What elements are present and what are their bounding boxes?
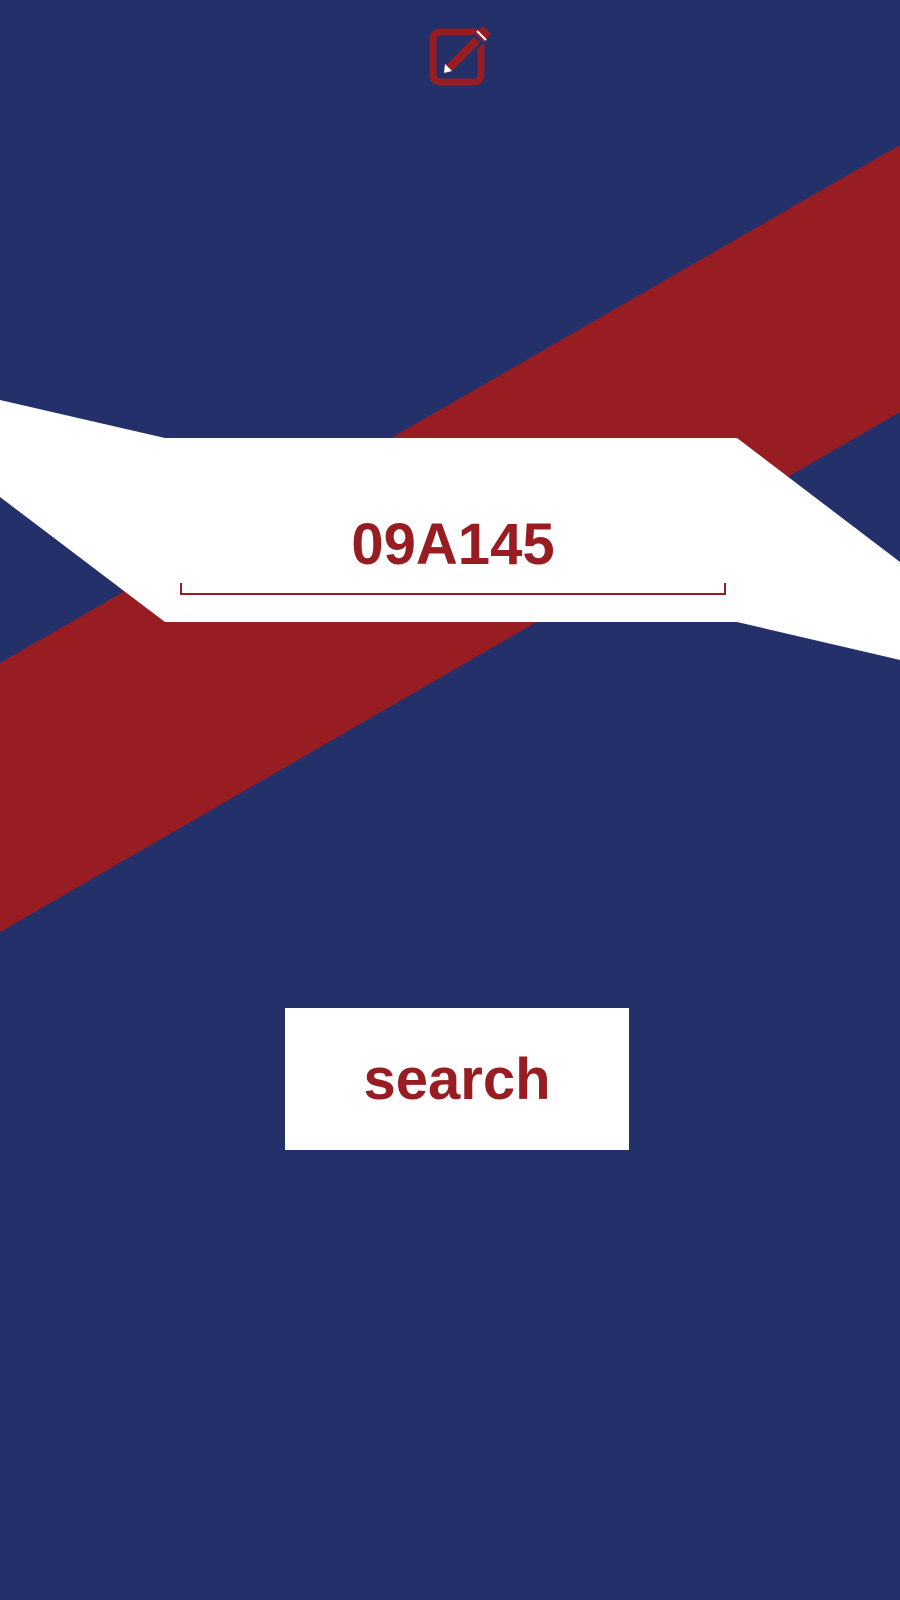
app-screen: search (0, 0, 900, 1600)
background-graphic (0, 145, 900, 932)
code-input[interactable] (180, 502, 726, 586)
field-underline (180, 583, 726, 595)
edit-icon[interactable] (426, 20, 496, 90)
code-field[interactable] (180, 502, 726, 595)
search-button[interactable]: search (285, 1008, 629, 1150)
